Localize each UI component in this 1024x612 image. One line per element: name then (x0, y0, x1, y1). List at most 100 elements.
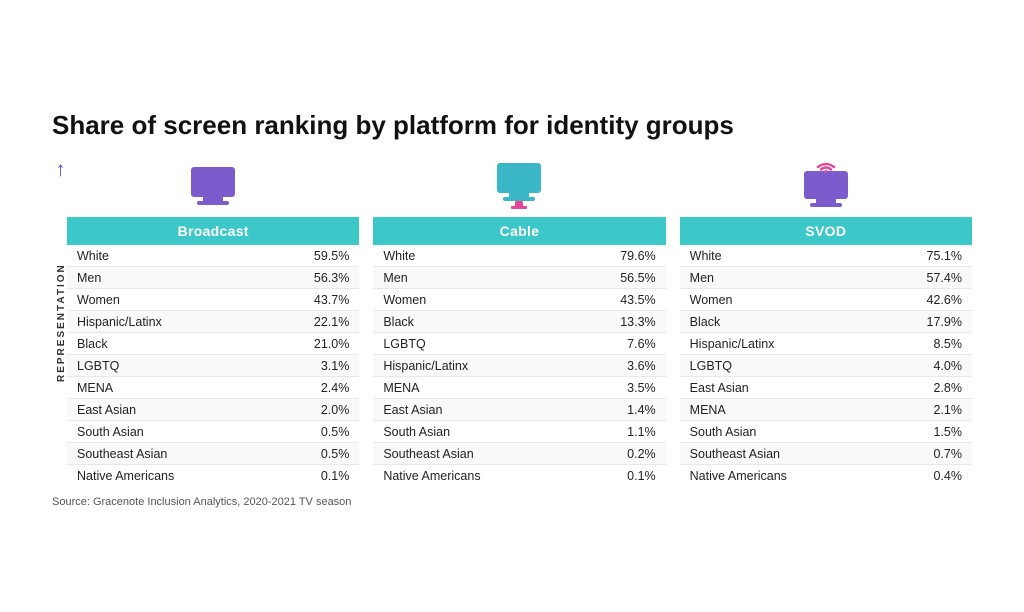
table-row: Women42.6% (680, 289, 972, 311)
table-row: Native Americans0.1% (373, 465, 665, 487)
row-label: Black (680, 311, 878, 333)
row-value: 42.6% (878, 289, 972, 311)
table-header-cable: Cable (373, 217, 665, 245)
row-label: South Asian (680, 421, 878, 443)
table-row: MENA2.1% (680, 399, 972, 421)
table-row: White75.1% (680, 245, 972, 267)
row-value: 0.5% (265, 421, 359, 443)
row-label: Men (67, 267, 265, 289)
table-broadcast: BroadcastWhite59.5%Men56.3%Women43.7%His… (67, 217, 359, 486)
row-label: MENA (680, 399, 878, 421)
row-value: 2.1% (878, 399, 972, 421)
row-label: East Asian (373, 399, 571, 421)
row-value: 1.5% (878, 421, 972, 443)
row-label: LGBTQ (373, 333, 571, 355)
row-label: Southeast Asian (680, 443, 878, 465)
row-value: 43.5% (572, 289, 666, 311)
row-label: MENA (373, 377, 571, 399)
row-label: Native Americans (67, 465, 265, 487)
row-value: 3.1% (265, 355, 359, 377)
source-label: Source: Gracenote Inclusion Analytics, 2… (52, 496, 972, 508)
row-value: 0.1% (265, 465, 359, 487)
tables-wrapper: BroadcastWhite59.5%Men56.3%Women43.7%His… (67, 159, 972, 486)
table-row: Native Americans0.1% (67, 465, 359, 487)
table-row: LGBTQ3.1% (67, 355, 359, 377)
table-row: East Asian2.8% (680, 377, 972, 399)
row-value: 3.5% (572, 377, 666, 399)
table-row: LGBTQ4.0% (680, 355, 972, 377)
row-value: 3.6% (572, 355, 666, 377)
row-label: Southeast Asian (373, 443, 571, 465)
table-row: East Asian2.0% (67, 399, 359, 421)
table-row: Hispanic/Latinx8.5% (680, 333, 972, 355)
row-value: 0.5% (265, 443, 359, 465)
row-value: 57.4% (878, 267, 972, 289)
row-value: 0.7% (878, 443, 972, 465)
row-value: 2.4% (265, 377, 359, 399)
row-label: Men (680, 267, 878, 289)
row-label: South Asian (67, 421, 265, 443)
table-row: White59.5% (67, 245, 359, 267)
table-row: Men56.3% (67, 267, 359, 289)
table-row: Hispanic/Latinx22.1% (67, 311, 359, 333)
table-row: White79.6% (373, 245, 665, 267)
row-label: Black (373, 311, 571, 333)
row-label: East Asian (680, 377, 878, 399)
row-value: 4.0% (878, 355, 972, 377)
row-value: 0.2% (572, 443, 666, 465)
row-value: 8.5% (878, 333, 972, 355)
row-label: Women (680, 289, 878, 311)
table-row: Black13.3% (373, 311, 665, 333)
table-row: South Asian0.5% (67, 421, 359, 443)
table-row: MENA2.4% (67, 377, 359, 399)
row-label: Hispanic/Latinx (67, 311, 265, 333)
row-label: Women (373, 289, 571, 311)
row-value: 22.1% (265, 311, 359, 333)
row-label: Men (373, 267, 571, 289)
row-value: 1.1% (572, 421, 666, 443)
row-label: LGBTQ (680, 355, 878, 377)
main-card: Share of screen ranking by platform for … (22, 90, 1002, 522)
row-value: 0.4% (878, 465, 972, 487)
table-row: Native Americans0.4% (680, 465, 972, 487)
table-row: Black17.9% (680, 311, 972, 333)
table-row: Black21.0% (67, 333, 359, 355)
row-label: East Asian (67, 399, 265, 421)
row-label: Black (67, 333, 265, 355)
row-value: 1.4% (572, 399, 666, 421)
row-label: Women (67, 289, 265, 311)
broadcast-icon (183, 159, 243, 211)
table-row: Women43.5% (373, 289, 665, 311)
svod-icon (796, 159, 856, 211)
row-value: 13.3% (572, 311, 666, 333)
row-value: 79.6% (572, 245, 666, 267)
table-row: Hispanic/Latinx3.6% (373, 355, 665, 377)
row-value: 43.7% (265, 289, 359, 311)
row-label: Hispanic/Latinx (680, 333, 878, 355)
row-value: 17.9% (878, 311, 972, 333)
row-value: 2.8% (878, 377, 972, 399)
table-row: Southeast Asian0.2% (373, 443, 665, 465)
side-label: REPRESENTATION ↓ (52, 159, 67, 486)
page-title: Share of screen ranking by platform for … (52, 110, 972, 141)
platform-block-svod: SVODWhite75.1%Men57.4%Women42.6%Black17.… (680, 159, 972, 486)
table-row: Southeast Asian0.7% (680, 443, 972, 465)
row-value: 2.0% (265, 399, 359, 421)
table-row: MENA3.5% (373, 377, 665, 399)
cable-icon (489, 159, 549, 211)
row-value: 21.0% (265, 333, 359, 355)
table-svod: SVODWhite75.1%Men57.4%Women42.6%Black17.… (680, 217, 972, 486)
row-label: White (373, 245, 571, 267)
row-value: 59.5% (265, 245, 359, 267)
table-row: East Asian1.4% (373, 399, 665, 421)
table-row: Women43.7% (67, 289, 359, 311)
table-row: LGBTQ7.6% (373, 333, 665, 355)
platform-block-broadcast: BroadcastWhite59.5%Men56.3%Women43.7%His… (67, 159, 359, 486)
row-value: 0.1% (572, 465, 666, 487)
row-label: MENA (67, 377, 265, 399)
arrow-down-icon: ↓ (54, 159, 66, 182)
row-label: Southeast Asian (67, 443, 265, 465)
table-row: Southeast Asian0.5% (67, 443, 359, 465)
row-value: 75.1% (878, 245, 972, 267)
content-area: REPRESENTATION ↓ BroadcastWhite59.5%Men5… (52, 159, 972, 486)
